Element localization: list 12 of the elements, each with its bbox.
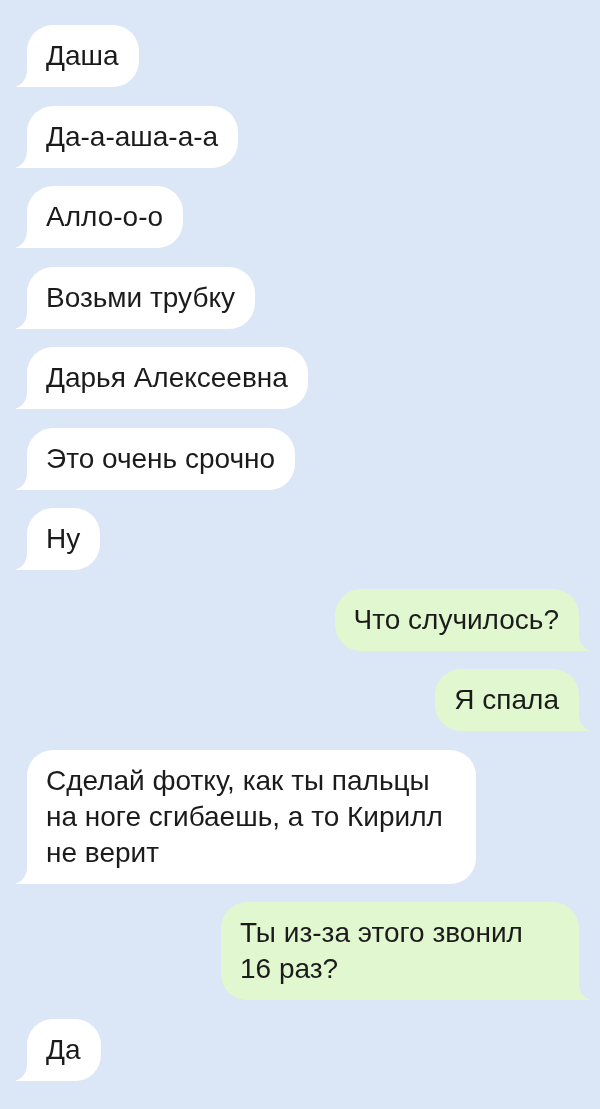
message-text: Ну bbox=[46, 522, 81, 556]
message-text: Дарья Алексеевна bbox=[46, 361, 288, 395]
message-text: Возьми трубку bbox=[46, 280, 236, 315]
message-text: Ты из-за этого звонил 16 раз? bbox=[240, 916, 524, 986]
message-text: Что случилось? bbox=[353, 602, 559, 637]
message-text: Да bbox=[46, 1032, 81, 1067]
message-text: Сделай фотку, как ты пальцы на ноге сгибаешь, а то Кирилл не верит bbox=[46, 763, 444, 870]
message-text: Алло-о-о bbox=[46, 200, 164, 234]
message-text: Да-а-аша-а-а bbox=[46, 119, 219, 154]
message-text: Даша bbox=[46, 39, 119, 73]
message-text: Это очень срочно bbox=[46, 441, 276, 476]
message-text: Я спала bbox=[454, 683, 559, 717]
